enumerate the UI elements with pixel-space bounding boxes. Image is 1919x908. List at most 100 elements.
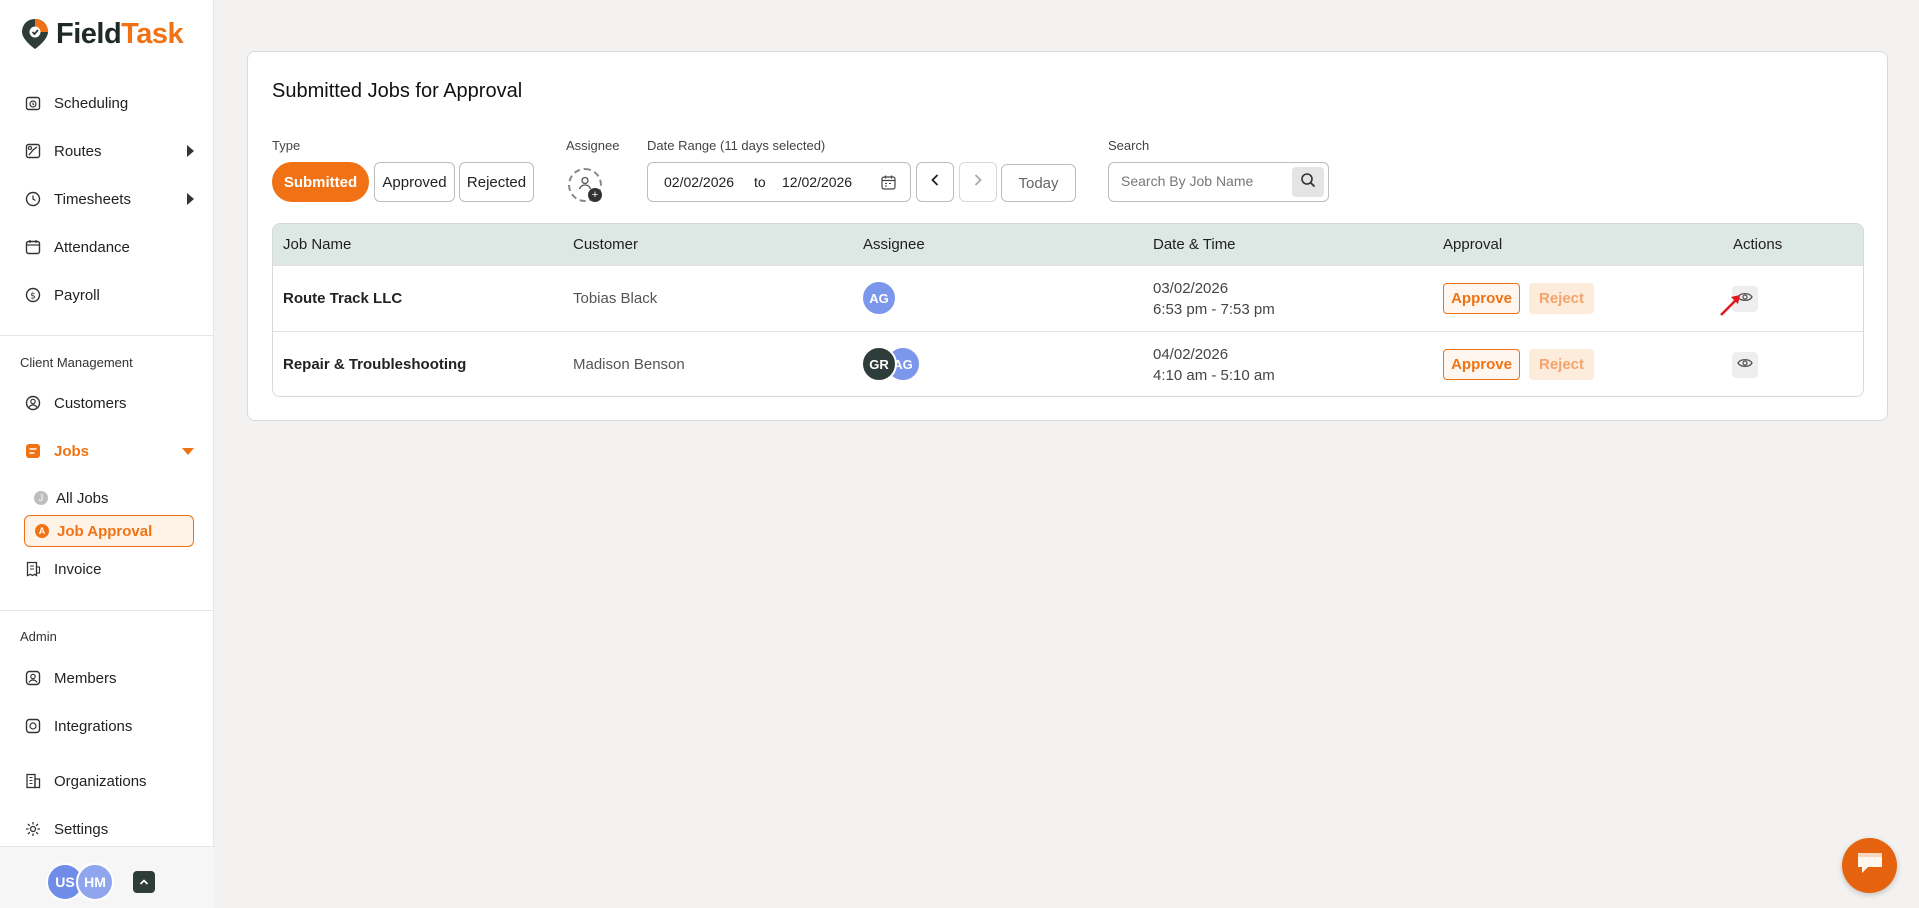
chevron-left-icon xyxy=(928,173,942,192)
avatar[interactable]: HM xyxy=(76,863,114,901)
date-time: 03/02/2026 6:53 pm - 7:53 pm xyxy=(1153,278,1275,320)
sidebar-item-invoice[interactable]: Invoice xyxy=(24,554,194,584)
column-header-assignee[interactable]: Assignee xyxy=(863,236,925,253)
today-button[interactable]: Today xyxy=(1001,164,1076,202)
column-header-customer[interactable]: Customer xyxy=(573,236,638,253)
building-icon xyxy=(24,772,42,790)
date-to: 12/02/2026 xyxy=(782,174,853,190)
column-header-job-name[interactable]: Job Name xyxy=(283,236,351,253)
member-icon xyxy=(24,669,42,687)
calendar-icon xyxy=(881,175,896,193)
view-button[interactable] xyxy=(1732,352,1758,378)
sidebar-item-label: Job Approval xyxy=(57,522,153,540)
sidebar-item-jobs[interactable]: Jobs xyxy=(24,436,194,466)
type-approved-button[interactable]: Approved xyxy=(374,162,455,202)
sidebar-item-timesheets[interactable]: Timesheets xyxy=(24,184,194,214)
date-range-picker[interactable]: 02/02/2026 to 12/02/2026 xyxy=(647,162,911,202)
svg-text:$: $ xyxy=(30,292,36,302)
job-name[interactable]: Route Track LLC xyxy=(283,290,402,307)
reject-button[interactable]: Reject xyxy=(1529,349,1594,380)
column-header-approval: Approval xyxy=(1443,236,1503,253)
chevron-right-icon xyxy=(187,145,194,157)
chevron-up-icon[interactable] xyxy=(133,871,155,893)
chat-bubble-icon xyxy=(1855,850,1885,881)
sidebar: FieldTask Scheduling Routes Timesheets A… xyxy=(0,0,214,908)
sidebar-item-customers[interactable]: Customers xyxy=(24,388,194,418)
sidebar-item-label: Members xyxy=(54,669,117,687)
reject-button[interactable]: Reject xyxy=(1529,283,1594,314)
user-circle-icon xyxy=(24,394,42,412)
sidebar-item-job-approval[interactable]: A Job Approval xyxy=(24,515,194,547)
integrations-icon xyxy=(24,717,42,735)
sidebar-item-members[interactable]: Members xyxy=(24,663,194,693)
job-time: 4:10 am - 5:10 am xyxy=(1153,367,1275,384)
chat-button[interactable] xyxy=(1842,838,1897,893)
job-approval-badge: A xyxy=(35,524,49,538)
sidebar-item-integrations[interactable]: Integrations xyxy=(24,711,194,741)
eye-icon xyxy=(1737,356,1753,374)
map-route-icon xyxy=(24,142,42,160)
sidebar-item-label: Jobs xyxy=(54,442,90,460)
sidebar-item-scheduling[interactable]: Scheduling xyxy=(24,88,194,118)
logo-pin-icon xyxy=(20,17,50,51)
date-range-label: Date Range (11 days selected) xyxy=(647,138,826,153)
annotation-arrow-icon xyxy=(1719,291,1743,322)
sidebar-item-label: Scheduling xyxy=(54,94,129,112)
sidebar-item-organizations[interactable]: Organizations xyxy=(24,766,194,796)
sidebar-item-label: Organizations xyxy=(54,772,147,790)
sidebar-item-settings[interactable]: Settings xyxy=(24,814,194,844)
sidebar-item-label: Integrations xyxy=(54,717,133,735)
job-name[interactable]: Repair & Troubleshooting xyxy=(283,356,466,373)
search-box xyxy=(1108,162,1329,202)
date-from: 02/02/2026 xyxy=(664,174,735,190)
sidebar-item-attendance[interactable]: Attendance xyxy=(24,232,194,262)
dollar-icon: $ xyxy=(24,286,42,304)
sidebar-item-payroll[interactable]: $ Payroll xyxy=(24,280,194,310)
table-row[interactable]: Repair & Troubleshooting Madison Benson … xyxy=(273,331,1863,396)
assignee-avatar[interactable]: GR xyxy=(861,346,897,382)
all-jobs-badge: J xyxy=(34,491,48,505)
type-submitted-button[interactable]: Submitted xyxy=(272,162,369,202)
section-label-admin: Admin xyxy=(20,629,57,644)
type-label: Type xyxy=(272,138,301,153)
approve-button[interactable]: Approve xyxy=(1443,349,1520,380)
type-rejected-button[interactable]: Rejected xyxy=(459,162,534,202)
sidebar-item-label: Invoice xyxy=(54,560,102,578)
next-range-button[interactable] xyxy=(959,162,997,202)
search-input[interactable] xyxy=(1121,173,1281,189)
job-date: 04/02/2026 xyxy=(1153,346,1229,363)
gear-icon xyxy=(24,820,42,838)
column-header-date-time[interactable]: Date & Time xyxy=(1153,236,1236,253)
logo-text: FieldTask xyxy=(56,17,184,50)
section-label-client-management: Client Management xyxy=(20,355,133,370)
approve-button[interactable]: Approve xyxy=(1443,283,1520,314)
search-button[interactable] xyxy=(1292,167,1324,197)
calendar-check-icon xyxy=(24,238,42,256)
previous-range-button[interactable] xyxy=(916,162,954,202)
date-to-separator: to xyxy=(754,174,766,190)
job-time: 6:53 pm - 7:53 pm xyxy=(1153,301,1275,318)
sidebar-item-routes[interactable]: Routes xyxy=(24,136,194,166)
sidebar-item-label: Timesheets xyxy=(54,190,131,208)
job-approval-card: Submitted Jobs for Approval Type Submitt… xyxy=(247,51,1888,421)
divider xyxy=(0,335,214,336)
assignee-avatar[interactable]: AG xyxy=(861,280,897,316)
column-header-actions: Actions xyxy=(1733,236,1783,253)
date-time: 04/02/2026 4:10 am - 5:10 am xyxy=(1153,344,1275,386)
plus-icon: + xyxy=(588,188,602,202)
divider xyxy=(0,610,214,611)
chevron-right-icon xyxy=(187,193,194,205)
sidebar-item-all-jobs[interactable]: J All Jobs xyxy=(24,482,194,514)
chevron-down-icon xyxy=(182,448,194,455)
assignee-label: Assignee xyxy=(566,138,620,153)
table-row[interactable]: Route Track LLC Tobias Black AG 03/02/20… xyxy=(273,265,1863,331)
sidebar-item-label: Customers xyxy=(54,394,127,412)
jobs-table: Job Name Customer Assignee Date & Time A… xyxy=(272,223,1864,397)
sidebar-item-label: Settings xyxy=(54,820,109,838)
fieldtask-logo[interactable]: FieldTask xyxy=(20,16,184,52)
assignee-picker[interactable]: + xyxy=(568,168,602,202)
sidebar-item-label: Payroll xyxy=(54,286,100,304)
table-header: Job Name Customer Assignee Date & Time A… xyxy=(273,224,1863,265)
invoice-icon xyxy=(24,560,42,578)
search-label: Search xyxy=(1108,138,1150,153)
